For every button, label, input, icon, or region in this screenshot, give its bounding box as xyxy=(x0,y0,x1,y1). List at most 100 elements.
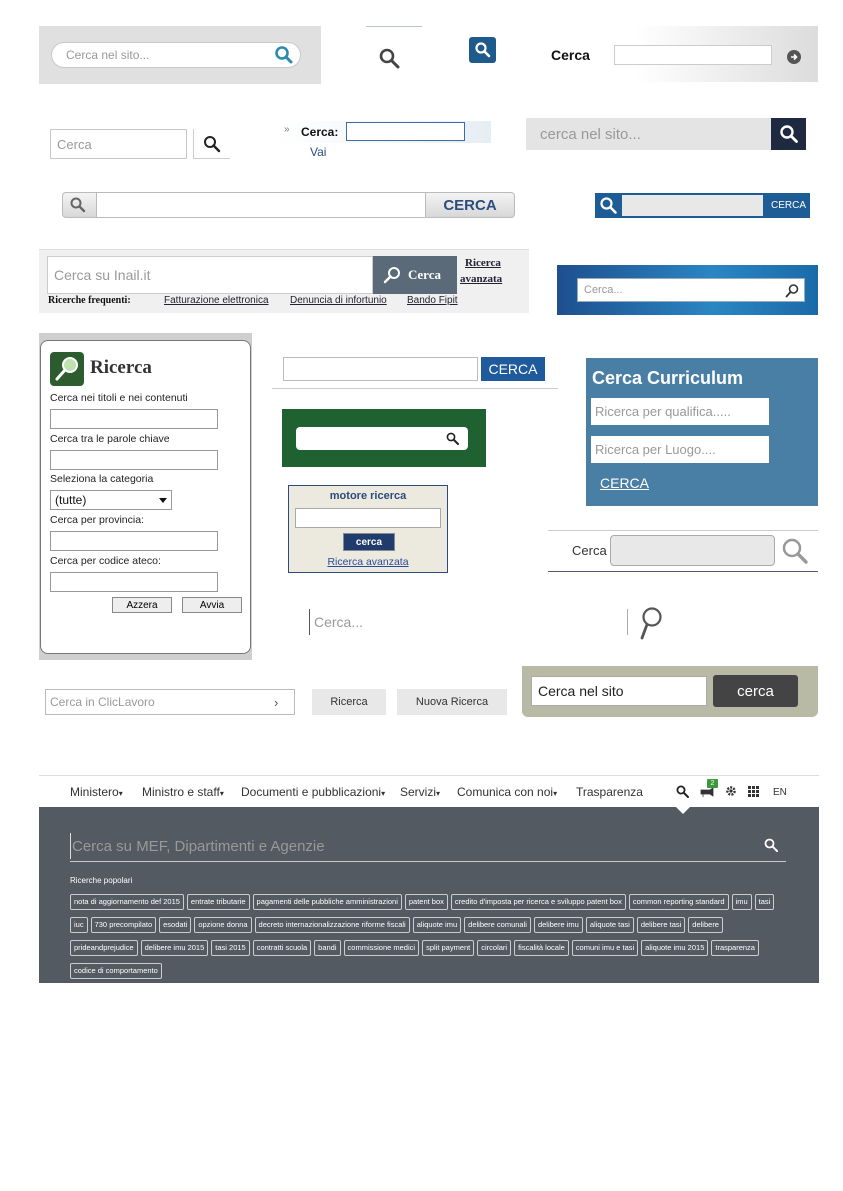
search-input[interactable] xyxy=(96,193,426,217)
new-search-button[interactable]: Nuova Ricerca xyxy=(397,689,507,715)
tag-chip[interactable]: pagamenti delle pubbliche amministrazion… xyxy=(252,894,402,910)
search-input[interactable] xyxy=(531,676,707,706)
keywords-input[interactable] xyxy=(50,450,218,470)
tag-chip[interactable]: prideandprejudice xyxy=(70,940,138,956)
search-input[interactable] xyxy=(50,129,187,159)
search-input[interactable] xyxy=(48,692,268,712)
search-button[interactable]: cerca xyxy=(713,675,798,707)
tag-chip[interactable]: aliquote tasi xyxy=(585,917,634,933)
popular-searches-label: Ricerche popolari xyxy=(70,876,133,885)
tag-chip[interactable]: iuc xyxy=(70,917,88,933)
tag-chip[interactable]: esodati xyxy=(159,917,192,933)
tag-chip[interactable]: contratti scuola xyxy=(252,940,312,956)
tag-chip[interactable]: tasi 2015 xyxy=(211,940,250,956)
tag-chip[interactable]: aliquote imu xyxy=(412,917,462,933)
tag-chip[interactable]: credito d'imposta per ricerca e sviluppo… xyxy=(450,894,626,910)
search-input[interactable] xyxy=(295,508,441,528)
reset-button[interactable]: Azzera xyxy=(112,597,172,613)
nav-item-comunica[interactable]: Comunica con noi▾ xyxy=(457,785,557,799)
tag-chip[interactable]: aliquote imu 2015 xyxy=(641,940,709,956)
search-input[interactable] xyxy=(526,118,771,150)
qualifica-input[interactable] xyxy=(591,398,769,425)
language-switch[interactable]: EN xyxy=(773,787,787,798)
grid-icon[interactable] xyxy=(748,786,759,797)
search-input[interactable] xyxy=(610,535,775,566)
search-button[interactable]: CERCA xyxy=(426,193,514,217)
tag-chip[interactable]: tasi xyxy=(754,894,775,910)
search-button[interactable]: CERCA xyxy=(765,195,808,216)
tag-chip[interactable]: decreto internazionalizzazione riforme f… xyxy=(254,917,410,933)
search-icon[interactable] xyxy=(785,283,800,298)
titles-input[interactable] xyxy=(50,409,218,429)
tag-chip[interactable]: delibere xyxy=(688,917,723,933)
search-input[interactable] xyxy=(622,195,763,216)
search-input[interactable] xyxy=(47,256,373,294)
search-button[interactable]: cerca xyxy=(343,533,395,551)
tag-chip[interactable]: commissione medici xyxy=(343,940,420,956)
frequent-link-fipit[interactable]: Bando Fipit xyxy=(407,295,458,306)
search-icon[interactable] xyxy=(274,45,294,65)
search-icon[interactable] xyxy=(446,432,459,445)
search-icon-button[interactable] xyxy=(469,37,496,63)
tag-chip[interactable]: imu xyxy=(731,894,752,910)
tag-chip[interactable]: delibere tasi xyxy=(636,917,686,933)
tag-chip[interactable]: trasparenza xyxy=(711,940,759,956)
nav-item-documenti[interactable]: Documenti e pubblicazioni▾ xyxy=(241,785,385,799)
search-button[interactable]: CERCA xyxy=(600,475,649,491)
chevron-right-icon[interactable]: › xyxy=(274,695,278,710)
search-icon[interactable] xyxy=(676,785,689,798)
tag-chip[interactable]: common reporting standard xyxy=(628,894,729,910)
search-icon[interactable] xyxy=(639,606,663,640)
search-input[interactable] xyxy=(64,45,264,65)
tag-chip[interactable]: delibere comunali xyxy=(464,917,531,933)
search-input[interactable] xyxy=(70,833,750,859)
province-input[interactable] xyxy=(50,531,218,551)
curriculum-title: Cerca Curriculum xyxy=(592,368,744,388)
search-input[interactable] xyxy=(312,610,572,634)
search-icon[interactable] xyxy=(378,47,402,71)
tag-chip[interactable]: delibere imu 2015 xyxy=(140,940,209,956)
gear-icon[interactable] xyxy=(725,785,737,797)
tag-chip[interactable]: codice di comportamento xyxy=(70,963,162,979)
arrow-right-icon[interactable] xyxy=(787,50,801,64)
tag-chip[interactable]: delibere imu xyxy=(533,917,583,933)
search-input[interactable] xyxy=(614,45,772,65)
search-input[interactable] xyxy=(283,357,478,381)
search-input[interactable] xyxy=(346,122,465,141)
advanced-search-link-line2[interactable]: avanzata xyxy=(460,273,502,285)
search-icon[interactable] xyxy=(781,537,809,565)
search-button[interactable]: Cerca xyxy=(373,256,457,294)
tag-chip[interactable]: patent box xyxy=(404,894,448,910)
tag-chip[interactable]: circolari xyxy=(477,940,512,956)
search-input[interactable] xyxy=(582,280,777,300)
search-button[interactable] xyxy=(193,129,230,159)
tag-chip[interactable]: comuni imu e tasi xyxy=(571,940,639,956)
advanced-search-link-line1[interactable]: Ricerca xyxy=(465,257,501,269)
nav-item-trasparenza[interactable]: Trasparenza xyxy=(576,785,643,799)
tag-chip[interactable]: fiscalità locale xyxy=(514,940,569,956)
search-button[interactable]: CERCA xyxy=(481,357,545,381)
category-select[interactable]: (tutte) xyxy=(50,490,172,510)
tag-chip[interactable]: entrate tributarie xyxy=(186,894,250,910)
nav-item-ministero[interactable]: Ministero▾ xyxy=(70,785,123,799)
advanced-search-link[interactable]: Ricerca avanzata xyxy=(289,556,447,568)
chevron-down-icon: ▾ xyxy=(118,789,123,798)
tag-chip[interactable]: split payment xyxy=(422,940,475,956)
nav-item-servizi[interactable]: Servizi▾ xyxy=(400,785,440,799)
frequent-link-fatturazione[interactable]: Fatturazione elettronica xyxy=(164,295,269,306)
tag-chip[interactable]: 730 precompilato xyxy=(90,917,157,933)
tag-chip[interactable]: nota di aggiornamento def 2015 xyxy=(70,894,184,910)
ateco-input[interactable] xyxy=(50,572,218,592)
search-icon xyxy=(474,41,491,58)
frequent-link-infortunio[interactable]: Denuncia di infortunio xyxy=(290,295,387,306)
submit-button[interactable]: Avvia xyxy=(182,597,242,613)
luogo-input[interactable] xyxy=(591,436,769,463)
search-button[interactable]: Ricerca xyxy=(312,689,386,715)
go-link[interactable]: Vai xyxy=(310,145,326,159)
search-button[interactable] xyxy=(771,118,806,150)
nav-item-ministro[interactable]: Ministro e staff▾ xyxy=(142,785,224,799)
tag-chip[interactable]: opzione donna xyxy=(194,917,252,933)
tag-chip[interactable]: bandi xyxy=(314,940,341,956)
search-icon[interactable] xyxy=(764,838,778,852)
search-input[interactable] xyxy=(300,428,440,449)
